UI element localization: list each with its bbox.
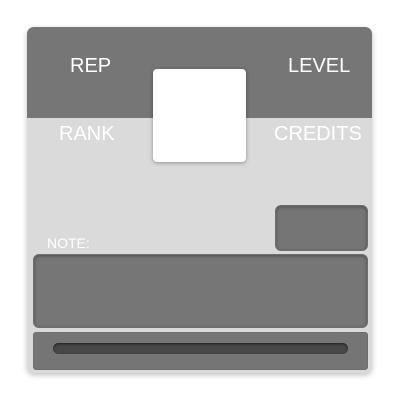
rank-label: RANK	[59, 123, 115, 145]
progress-panel	[33, 332, 368, 370]
credits-label: CREDITS	[274, 123, 362, 145]
level-label: LEVEL	[288, 55, 351, 77]
avatar[interactable]	[153, 69, 246, 162]
rep-label: REP	[70, 55, 112, 77]
progress-bar-track	[53, 343, 348, 354]
action-box[interactable]	[275, 205, 368, 251]
note-label: NOTE:	[47, 235, 90, 251]
note-field[interactable]	[33, 254, 368, 328]
profile-card: REP LEVEL RANK CREDITS NOTE:	[27, 27, 372, 373]
